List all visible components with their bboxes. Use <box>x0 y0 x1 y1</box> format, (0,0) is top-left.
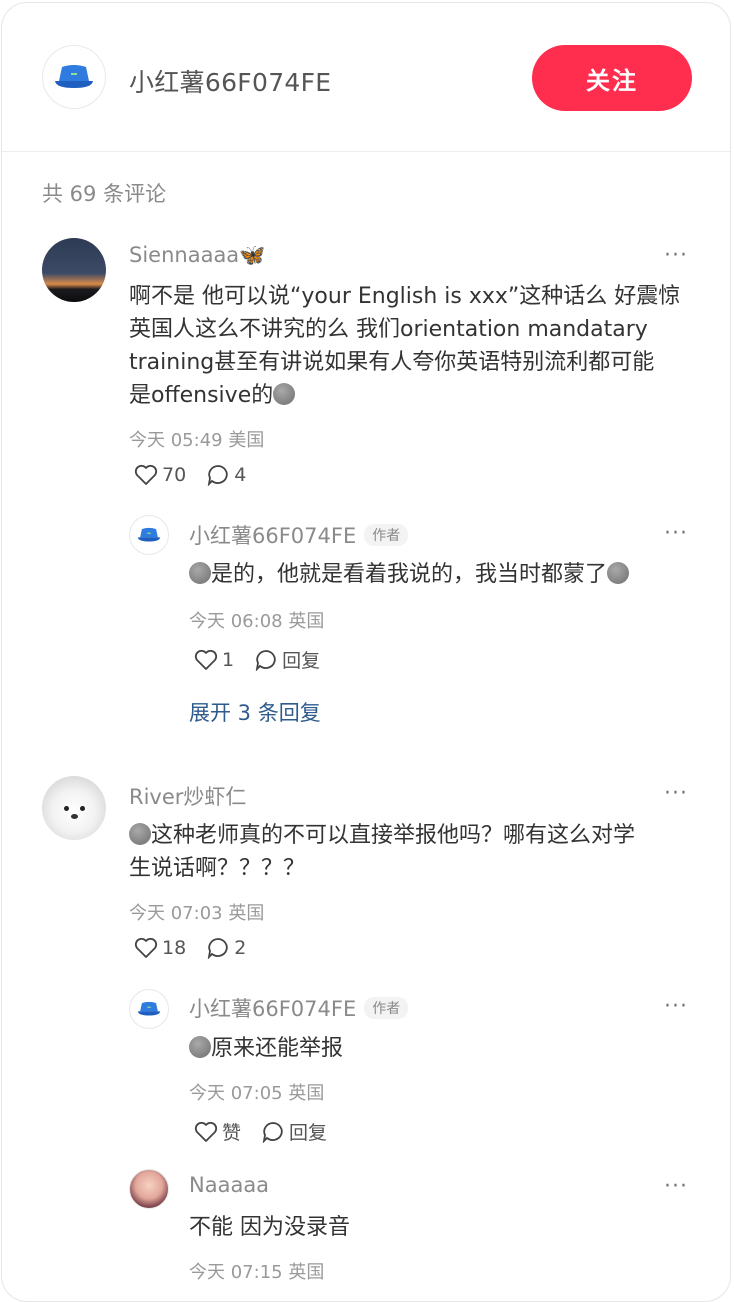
bucket-hat-icon <box>137 527 161 542</box>
reply-actions: 1 回复 <box>194 646 340 673</box>
reply-count-button[interactable]: 2 <box>206 937 246 959</box>
reply-avatar[interactable] <box>129 989 169 1029</box>
comment-actions: 70 4 <box>134 464 266 486</box>
comment-actions: 18 2 <box>134 937 266 959</box>
like-button[interactable]: 70 <box>134 464 186 486</box>
reply-count-button[interactable]: 4 <box>206 464 246 486</box>
emoji-icon <box>129 823 151 845</box>
heart-icon <box>134 464 158 485</box>
user-avatar[interactable] <box>42 238 106 302</box>
author-tag: 作者 <box>364 997 409 1019</box>
author-header: 小红薯66F074FE 关注 <box>2 3 730 152</box>
comment-count: 共 69 条评论 <box>42 182 167 206</box>
more-icon[interactable]: ··· <box>664 243 688 268</box>
emoji-icon <box>273 383 296 405</box>
reply-username-text: 小红薯66F074FE <box>189 997 357 1021</box>
emoji-icon <box>189 562 211 584</box>
reply-button[interactable]: 回复 <box>261 1118 327 1145</box>
reply-count: 2 <box>234 937 247 959</box>
like-button[interactable]: 18 <box>134 937 186 959</box>
heart-icon <box>134 937 158 958</box>
comment-line: 英国人这么不讲究的么 我们orientation mandatary <box>129 317 648 342</box>
more-icon[interactable]: ··· <box>664 994 688 1019</box>
reply-text: 原来还能举报 <box>189 1032 343 1065</box>
emoji-icon <box>189 1036 211 1058</box>
author-tag: 作者 <box>364 524 409 546</box>
follow-button[interactable]: 关注 <box>532 45 692 111</box>
reply-username-text: 小红薯66F074FE <box>189 524 357 548</box>
reply-label: 回复 <box>282 650 321 672</box>
reply-avatar[interactable] <box>129 515 169 555</box>
like-button[interactable]: 赞 <box>194 1118 241 1145</box>
reply-username[interactable]: Naaaaa <box>189 1173 269 1197</box>
comment-icon <box>255 649 276 671</box>
reply-text: 不能 因为没录音 <box>189 1215 350 1240</box>
heart-icon <box>194 1121 218 1142</box>
heart-icon <box>194 649 218 670</box>
reply-meta: 今天 07:15 英国 <box>189 1262 325 1283</box>
user-avatar[interactable] <box>42 776 106 840</box>
like-count: 18 <box>162 937 187 959</box>
reply-label: 回复 <box>289 1122 328 1144</box>
more-icon[interactable]: ··· <box>664 1174 688 1199</box>
comment-line: 啊不是 他可以说“your English is xxx”这种话么 好震惊 <box>129 284 681 309</box>
reply-avatar[interactable] <box>129 1169 169 1209</box>
reply-username[interactable]: 小红薯66F074FE 作者 <box>189 520 409 550</box>
comment-username[interactable]: Siennaaaa🦋 <box>129 243 265 268</box>
comment-line: 这种老师真的不可以直接举报他吗？哪有这么对学 <box>129 819 635 852</box>
emoji-icon <box>607 562 630 584</box>
bucket-hat-icon <box>55 65 93 88</box>
author-name[interactable]: 小红薯66F074FE <box>129 63 331 99</box>
reply-username[interactable]: 小红薯66F074FE 作者 <box>189 993 409 1023</box>
reply-count: 4 <box>234 464 247 486</box>
like-label: 赞 <box>222 1122 242 1144</box>
reply-meta: 今天 06:08 英国 <box>189 611 325 632</box>
reply-actions: 赞 回复 <box>194 1118 347 1145</box>
comment-meta: 今天 05:49 美国 <box>129 430 265 451</box>
comments-panel: 小红薯66F074FE 关注 共 69 条评论 Siennaaaa🦋 ··· 啊… <box>1 2 731 1302</box>
author-avatar[interactable] <box>42 45 106 109</box>
reply-button[interactable]: 回复 <box>254 646 320 673</box>
like-count: 1 <box>222 648 235 671</box>
reply-meta: 今天 07:05 英国 <box>189 1083 325 1104</box>
comment-line: 是offensive的 <box>129 379 680 412</box>
comment-icon <box>262 1121 283 1143</box>
reply-text-content: 是的，他就是看着我说的，我当时都蒙了 <box>211 562 608 587</box>
like-button[interactable]: 1 <box>194 649 234 671</box>
comment-text: 这种老师真的不可以直接举报他吗？哪有这么对学 生说话啊？？？？ <box>129 819 635 885</box>
comment-meta: 今天 07:03 英国 <box>129 903 265 924</box>
reply-text: 是的，他就是看着我说的，我当时都蒙了 <box>189 558 630 591</box>
bucket-hat-icon <box>137 1001 161 1016</box>
more-icon[interactable]: ··· <box>664 521 688 546</box>
reply-text-content: 原来还能举报 <box>211 1036 344 1061</box>
comment-line: 生说话啊？？？？ <box>129 856 306 881</box>
comment-text: 啊不是 他可以说“your English is xxx”这种话么 好震惊 英国… <box>129 280 680 412</box>
comment-username[interactable]: River炒虾仁 <box>129 781 246 811</box>
like-count: 70 <box>162 464 187 486</box>
comment-line: training甚至有讲说如果有人夸你英语特别流利都可能 <box>129 350 655 375</box>
comment-icon <box>207 938 228 959</box>
expand-replies-link[interactable]: 展开 3 条回复 <box>189 697 321 727</box>
more-icon[interactable]: ··· <box>664 781 688 806</box>
comment-icon <box>207 465 228 486</box>
